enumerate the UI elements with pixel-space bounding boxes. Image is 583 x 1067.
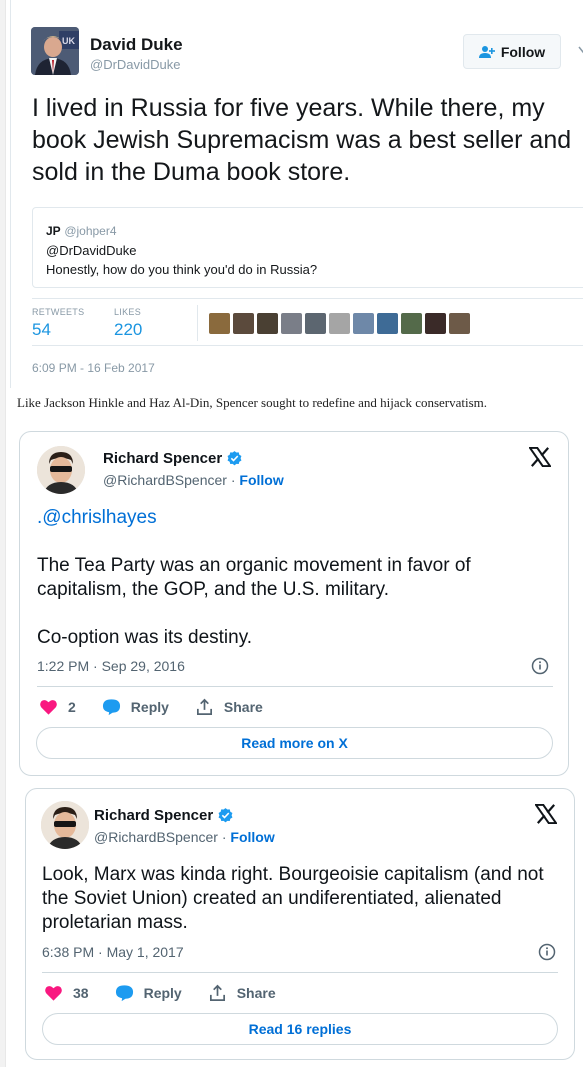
chevron-down-icon[interactable] — [578, 46, 583, 54]
verified-badge-icon — [227, 451, 242, 466]
x-logo-icon[interactable] — [535, 804, 557, 824]
info-icon[interactable] — [538, 943, 556, 961]
liker-avatar[interactable] — [449, 313, 470, 334]
author-name-line[interactable]: Richard Spencer — [103, 450, 243, 467]
follow-link[interactable]: Follow — [230, 829, 274, 845]
divider — [37, 686, 553, 687]
follow-link[interactable]: Follow — [239, 472, 283, 488]
tweet-timestamp[interactable]: 6:09 PM - 16 Feb 2017 — [32, 361, 155, 375]
x-embed-card-2[interactable]: Richard Spencer @RichardBSpencer · Follo… — [25, 788, 575, 1060]
like-count: 2 — [68, 699, 76, 715]
liker-avatar[interactable] — [305, 313, 326, 334]
page-left-gutter — [0, 0, 6, 1067]
liker-avatar[interactable] — [425, 313, 446, 334]
separator-dot: · — [226, 472, 240, 488]
retweets-count: 54 — [32, 320, 51, 339]
author-handle-line: @RichardBSpencer · Follow — [103, 472, 284, 488]
author-handle[interactable]: @RichardBSpencer — [103, 472, 227, 488]
speech-bubble-icon — [115, 985, 133, 1002]
article-caption: Like Jackson Hinkle and Haz Al-Din, Spen… — [17, 395, 488, 410]
add-user-icon — [478, 45, 495, 58]
tweet-timestamp[interactable]: 6:38 PM · May 1, 2017 — [42, 944, 184, 960]
author-name-line[interactable]: Richard Spencer — [94, 807, 234, 824]
svg-text:UK: UK — [62, 36, 75, 46]
divider — [42, 972, 558, 973]
retweets-stat[interactable]: RETWEETS 54 — [32, 307, 84, 340]
info-icon[interactable] — [531, 657, 549, 675]
quoted-text: Honestly, how do you think you'd do in R… — [46, 262, 318, 277]
reply-button[interactable]: Reply — [102, 698, 169, 716]
liker-avatar[interactable] — [377, 313, 398, 334]
tweet-body: Look, Marx was kinda right. Bourgeoisie … — [42, 864, 544, 933]
like-button[interactable]: 2 — [39, 698, 76, 716]
tweet-paragraph-1: The Tea Party was an organic movement in… — [37, 555, 471, 600]
reply-button[interactable]: Reply — [115, 984, 182, 1002]
tweet-paragraph-2: Co-option was its destiny. — [37, 627, 253, 648]
follow-button[interactable]: Follow — [463, 34, 561, 69]
action-bar: 2 Reply Share — [39, 698, 289, 716]
liker-avatar[interactable] — [209, 313, 230, 334]
author-handle-line: @RichardBSpencer · Follow — [94, 829, 275, 845]
liker-avatar[interactable] — [329, 313, 350, 334]
liker-avatar[interactable] — [281, 313, 302, 334]
classic-tweet-card: UK David Duke @DrDavidDuke Follow I live… — [10, 0, 583, 388]
share-icon — [196, 698, 212, 715]
mention-link[interactable]: .@chrislhayes — [37, 506, 547, 530]
author-name[interactable]: David Duke — [90, 35, 183, 55]
liker-avatar[interactable] — [257, 313, 278, 334]
avatar[interactable] — [41, 801, 89, 849]
share-label: Share — [236, 985, 276, 1001]
stats-row: RETWEETS 54 LIKES 220 — [32, 298, 583, 346]
likes-count: 220 — [114, 320, 143, 339]
liker-avatars — [209, 313, 470, 334]
author-handle[interactable]: @RichardBSpencer — [94, 829, 218, 845]
quoted-author-handle: @johper4 — [64, 224, 117, 238]
heart-icon — [40, 700, 57, 715]
tweet-text: I lived in Russia for five years. While … — [32, 94, 572, 186]
likes-stat[interactable]: LIKES 220 — [114, 307, 142, 340]
author-name: Richard Spencer — [94, 807, 214, 824]
stats-divider — [197, 305, 198, 341]
x-embed-card-1[interactable]: Richard Spencer @RichardBSpencer · Follo… — [19, 431, 569, 776]
like-count: 38 — [73, 985, 89, 1001]
tweet-timestamp[interactable]: 1:22 PM · Sep 29, 2016 — [37, 658, 185, 674]
share-label: Share — [223, 699, 263, 715]
heart-icon — [45, 986, 62, 1001]
share-button[interactable]: Share — [208, 984, 276, 1002]
follow-label: Follow — [500, 43, 546, 60]
likes-label: LIKES — [114, 307, 142, 317]
share-button[interactable]: Share — [195, 698, 263, 716]
liker-avatar[interactable] — [353, 313, 374, 334]
liker-avatar[interactable] — [233, 313, 254, 334]
share-icon — [209, 984, 225, 1001]
speech-bubble-icon — [102, 699, 120, 716]
avatar[interactable]: UK — [31, 27, 79, 75]
separator-dot: · — [217, 829, 231, 845]
retweets-label: RETWEETS — [32, 307, 85, 317]
quoted-mention: @DrDavidDuke — [46, 243, 137, 258]
read-replies-button[interactable]: Read 16 replies — [42, 1013, 558, 1045]
avatar[interactable] — [37, 446, 85, 494]
verified-badge-icon — [218, 808, 233, 823]
tweet-body: .@chrislhayes The Tea Party was an organ… — [37, 506, 547, 650]
reply-label: Reply — [130, 699, 169, 715]
x-logo-icon[interactable] — [529, 447, 551, 467]
like-button[interactable]: 38 — [44, 984, 89, 1002]
action-bar: 38 Reply Share — [44, 984, 302, 1002]
quoted-tweet[interactable]: JP @johper4 @DrDavidDuke Honestly, how d… — [32, 207, 583, 288]
reply-label: Reply — [143, 985, 182, 1001]
quoted-author-name: JP — [46, 224, 61, 238]
author-handle[interactable]: @DrDavidDuke — [90, 57, 181, 72]
author-name: Richard Spencer — [103, 450, 223, 467]
read-more-button[interactable]: Read more on X — [36, 727, 553, 759]
liker-avatar[interactable] — [401, 313, 422, 334]
